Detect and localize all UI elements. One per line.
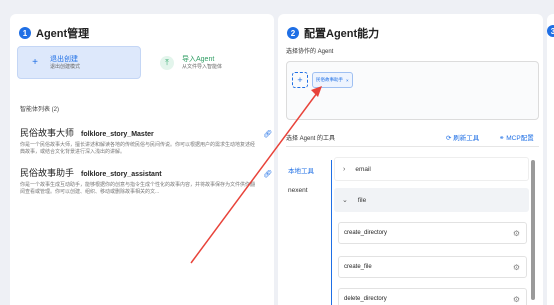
- tools-label: 选择 Agent 的工具: [286, 136, 336, 142]
- tool-item-label: create_file: [344, 264, 372, 270]
- step-badge: 1: [19, 27, 31, 39]
- import-agent-title: 导入Agent: [182, 55, 215, 63]
- collab-agent-tag[interactable]: 民俗故事助手 ×: [312, 72, 353, 88]
- agent-management-panel: 1 Agent管理 + 退出创建 退出创建模式 ⤒ 导入Agent 从文件导入智…: [10, 14, 274, 305]
- tool-group-file[interactable]: ⌄ file: [334, 188, 529, 212]
- agent-description: 你是一个民俗故事大师，擅长讲述和解读各地的传统民俗与民间传说。你可以根据用户的需…: [20, 142, 256, 155]
- step-badge: 2: [287, 27, 299, 39]
- tool-group-email[interactable]: › email: [334, 157, 529, 181]
- link-icon[interactable]: 🔗︎: [263, 170, 272, 178]
- step-badge: 3: [547, 25, 554, 37]
- agent-name-cn: 民俗故事助手: [20, 168, 75, 178]
- plus-icon: +: [32, 57, 38, 68]
- collab-agent-label: 选择协作的 Agent: [286, 49, 334, 55]
- tool-item-label: delete_directory: [344, 296, 387, 302]
- agent-config-panel: 2 配置Agent能力 选择协作的 Agent + 民俗故事助手 × 选择 Ag…: [278, 14, 543, 305]
- panel-title: 配置Agent能力: [304, 28, 380, 40]
- refresh-icon: ⟳: [446, 135, 452, 142]
- panel-title: Agent管理: [36, 28, 90, 40]
- mcp-config-label: MCP配置: [506, 135, 534, 142]
- agent-config-header: 2 配置Agent能力: [287, 25, 379, 41]
- import-agent-button[interactable]: ⤒ 导入Agent 从文件导入智能体: [150, 46, 270, 79]
- chevron-right-icon: ›: [343, 165, 346, 173]
- agent-management-header: 1 Agent管理: [19, 25, 89, 41]
- refresh-tools-link[interactable]: ⟳ 刷新工具: [446, 132, 479, 142]
- tool-item[interactable]: create_directory ⚙: [338, 222, 527, 244]
- tab-local-tools[interactable]: 本地工具: [288, 165, 314, 175]
- mcp-config-link[interactable]: ⚭ MCP配置: [499, 132, 534, 142]
- gear-icon[interactable]: ⚙: [513, 295, 520, 304]
- agent-name-en: folklore_story_assistant: [81, 171, 162, 178]
- agent-name-en: folklore_story_Master: [81, 131, 154, 138]
- refresh-tools-label: 刷新工具: [453, 135, 480, 142]
- import-agent-subtitle: 从文件导入智能体: [182, 63, 223, 70]
- agent-list-item[interactable]: 民俗故事助手 folklore_story_assistant 你是一个故事生成…: [20, 166, 274, 196]
- link-icon: ⚭: [499, 135, 505, 142]
- tool-group-label: email: [355, 165, 371, 173]
- close-icon[interactable]: ×: [346, 78, 349, 83]
- scrollbar[interactable]: [531, 160, 535, 300]
- agent-list-label: 智能体列表 (2): [20, 107, 60, 113]
- tab-nexent[interactable]: nexent: [288, 187, 308, 194]
- gear-icon[interactable]: ⚙: [513, 263, 520, 272]
- exit-create-title: 退出创建: [50, 55, 78, 63]
- agent-description: 你是一个故事生成互动助手，能够根据你的创意与指令生成个性化的故事内容，并将故事保…: [20, 182, 256, 195]
- active-tab-indicator: [331, 160, 332, 305]
- upload-icon: ⤒: [160, 55, 174, 70]
- tool-item-label: create_directory: [344, 230, 388, 236]
- collab-agent-box[interactable]: [286, 61, 539, 120]
- collab-agent-tag-label: 民俗故事助手: [316, 77, 343, 82]
- exit-create-button[interactable]: + 退出创建 退出创建模式: [17, 46, 141, 79]
- third-panel: 3: [547, 14, 554, 305]
- gear-icon[interactable]: ⚙: [513, 229, 520, 238]
- agent-name-cn: 民俗故事大师: [20, 128, 75, 138]
- tool-group-label: file: [357, 196, 367, 204]
- exit-create-subtitle: 退出创建模式: [50, 63, 81, 70]
- add-collab-button[interactable]: +: [292, 72, 308, 88]
- agent-list-item[interactable]: 民俗故事大师 folklore_story_Master 你是一个民俗故事大师，…: [20, 126, 274, 156]
- chevron-down-icon: ⌄: [342, 197, 348, 204]
- tool-item[interactable]: create_file ⚙: [338, 256, 527, 278]
- tool-item[interactable]: delete_directory ⚙: [338, 288, 527, 305]
- divider: [286, 146, 539, 147]
- link-icon[interactable]: 🔗︎: [263, 130, 272, 138]
